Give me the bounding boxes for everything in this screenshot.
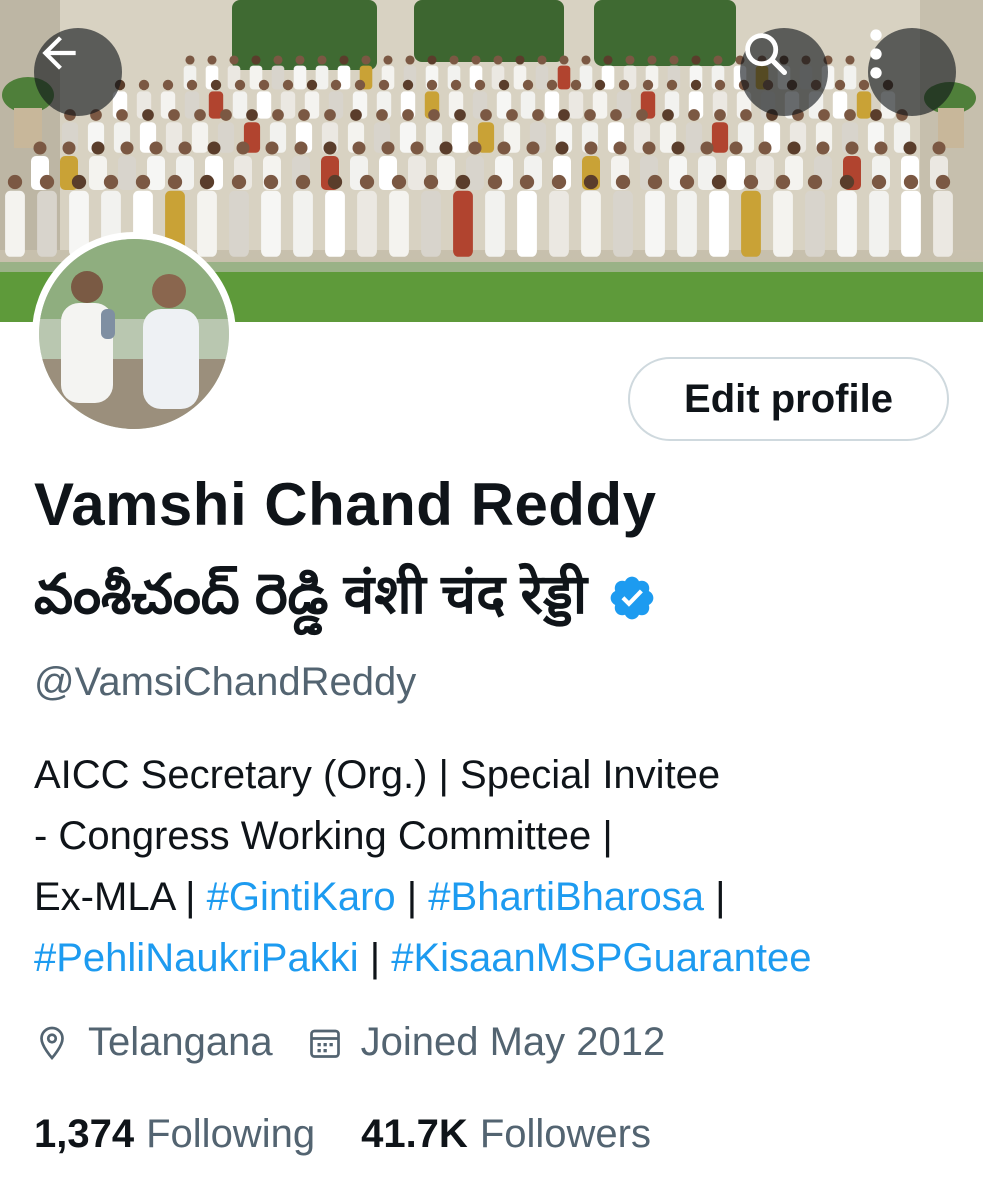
- verified-badge-icon[interactable]: [607, 573, 657, 623]
- bio-line: Ex-MLA | #GintiKaro | #BhartiBharosa |: [34, 867, 964, 928]
- followers-link[interactable]: 41.7K Followers: [361, 1112, 651, 1157]
- avatar-image: [39, 239, 229, 429]
- hashtag-link[interactable]: #KisaanMSPGuarantee: [391, 936, 811, 980]
- hashtag-link[interactable]: #GintiKaro: [207, 875, 396, 919]
- search-button[interactable]: [740, 28, 828, 116]
- profile-bio: AICC Secretary (Org.) | Special Invitee …: [34, 745, 964, 989]
- bio-separator: |: [704, 875, 726, 919]
- bio-text: Ex-MLA |: [34, 875, 207, 919]
- more-options-button[interactable]: [868, 28, 956, 116]
- following-count: 1,374: [34, 1112, 135, 1156]
- bio-separator: |: [358, 936, 392, 980]
- calendar-icon: [307, 1025, 343, 1061]
- display-name-local: వంశీచంద్ రెడ్డి वंशी चंद रेड्डी: [34, 563, 588, 625]
- bio-line: AICC Secretary (Org.) | Special Invitee: [34, 753, 721, 797]
- profile-handle: @VamsiChandReddy: [34, 660, 417, 704]
- display-name-local-row: వంశీచంద్ రెడ్డి वंशी चंद रेड्डी: [34, 555, 657, 640]
- back-button[interactable]: [34, 28, 122, 116]
- location-text: Telangana: [88, 1020, 273, 1064]
- profile-avatar[interactable]: [32, 232, 236, 436]
- hashtag-link[interactable]: #PehliNaukriPakki: [34, 936, 359, 980]
- joined-date-text: Joined May 2012: [360, 1020, 666, 1064]
- following-link[interactable]: 1,374 Following: [34, 1112, 315, 1157]
- location-pin-icon: [34, 1023, 70, 1063]
- bio-line: #PehliNaukriPakki | #KisaanMSPGuarantee: [34, 928, 964, 989]
- hashtag-link[interactable]: #BhartiBharosa: [428, 875, 704, 919]
- bio-line: - Congress Working Committee |: [34, 814, 613, 858]
- display-name: Vamshi Chand Reddy: [34, 471, 657, 538]
- followers-label: Followers: [479, 1112, 651, 1156]
- following-label: Following: [146, 1112, 316, 1156]
- profile-stats: 1,374 Following 41.7K Followers: [34, 1112, 651, 1157]
- profile-meta: Telangana Joined May 2012: [34, 1020, 665, 1065]
- followers-count: 41.7K: [361, 1112, 468, 1156]
- edit-profile-button[interactable]: Edit profile: [628, 357, 949, 441]
- bio-separator: |: [395, 875, 429, 919]
